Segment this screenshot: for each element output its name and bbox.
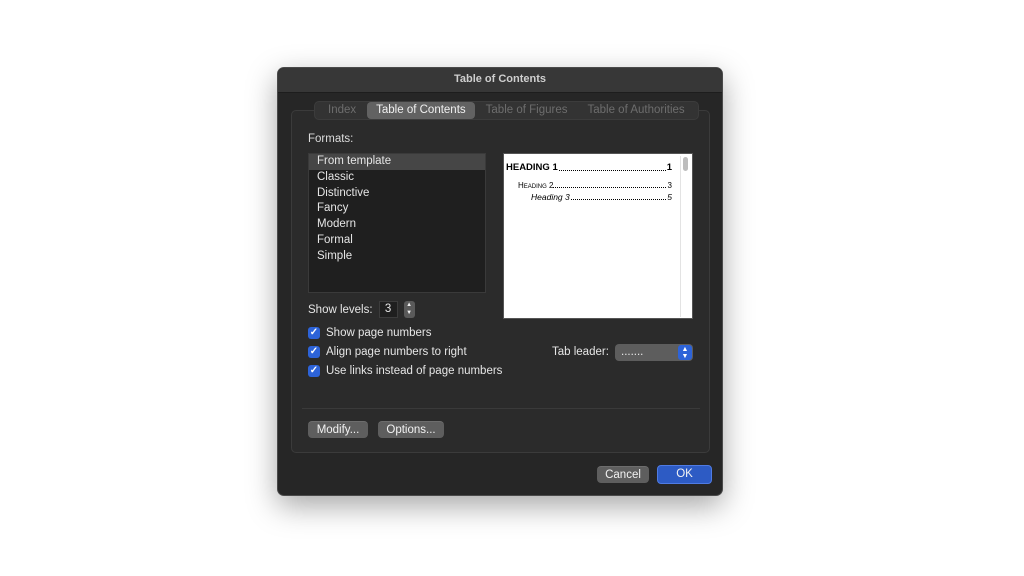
tab-leader-label: Tab leader: <box>552 346 609 358</box>
divider <box>302 408 700 409</box>
preview-row-heading-1: HEADING 1 1 <box>506 162 672 173</box>
show-levels-value[interactable]: 3 <box>378 301 398 318</box>
align-right-option[interactable]: ✓ Align page numbers to right <box>308 346 467 358</box>
preview-heading-1-page: 1 <box>665 162 672 173</box>
format-item-fancy[interactable]: Fancy <box>309 201 485 217</box>
tab-table-of-authorities[interactable]: Table of Authorities <box>578 102 693 119</box>
preview-heading-2-text: Heading 2 <box>518 181 554 190</box>
preview-heading-3-text: Heading 3 <box>531 192 570 202</box>
up-down-chevron-icon[interactable]: ▲ ▼ <box>403 301 415 318</box>
preview-row-heading-3: Heading 3 5 <box>531 192 672 202</box>
checkmark-icon[interactable]: ✓ <box>308 365 320 377</box>
tab-table-of-figures[interactable]: Table of Figures <box>477 102 577 119</box>
format-item-classic[interactable]: Classic <box>309 170 485 186</box>
cancel-button[interactable]: Cancel <box>597 466 649 483</box>
tab-leader-select[interactable]: ....... ▲ ▼ <box>615 344 693 361</box>
tab-bar: Index Table of Contents Table of Figures… <box>314 101 699 120</box>
formats-list[interactable]: From template Classic Distinctive Fancy … <box>308 153 486 293</box>
use-links-label: Use links instead of page numbers <box>326 365 503 377</box>
preview-heading-2-page: 3 <box>666 181 672 190</box>
format-item-modern[interactable]: Modern <box>309 217 485 233</box>
format-item-simple[interactable]: Simple <box>309 249 485 265</box>
format-item-formal[interactable]: Formal <box>309 233 485 249</box>
format-item-from-template[interactable]: From template <box>309 154 485 170</box>
formats-label: Formats: <box>308 133 354 145</box>
toc-dialog: Table of Contents Index Table of Content… <box>277 67 723 496</box>
checkmark-icon[interactable]: ✓ <box>308 327 320 339</box>
use-links-option[interactable]: ✓ Use links instead of page numbers <box>308 365 502 377</box>
show-page-numbers-label: Show page numbers <box>326 327 432 339</box>
format-item-distinctive[interactable]: Distinctive <box>309 186 485 202</box>
dialog-title: Table of Contents <box>278 68 722 93</box>
preview-scroll-thumb[interactable] <box>683 157 688 171</box>
preview-heading-1-text: HEADING 1 <box>506 162 558 173</box>
preview-row-heading-2: Heading 2 3 <box>518 181 672 190</box>
show-levels-control: Show levels: 3 ▲ ▼ <box>308 301 415 318</box>
show-page-numbers-option[interactable]: ✓ Show page numbers <box>308 327 431 339</box>
ok-button[interactable]: OK <box>657 465 712 484</box>
tab-table-of-contents[interactable]: Table of Contents <box>367 102 475 119</box>
checkmark-icon[interactable]: ✓ <box>308 346 320 358</box>
up-down-chevron-icon: ▲ ▼ <box>678 345 692 360</box>
show-levels-label: Show levels: <box>308 303 373 316</box>
modify-button[interactable]: Modify... <box>308 421 368 438</box>
options-button[interactable]: Options... <box>378 421 444 438</box>
preview-scrollbar[interactable] <box>680 156 690 317</box>
tab-leader-value: ....... <box>621 346 644 358</box>
tab-index[interactable]: Index <box>319 102 365 119</box>
toc-preview: HEADING 1 1 Heading 2 3 Heading 3 5 <box>503 153 693 319</box>
preview-heading-3-page: 5 <box>666 192 672 202</box>
align-right-label: Align page numbers to right <box>326 346 467 358</box>
